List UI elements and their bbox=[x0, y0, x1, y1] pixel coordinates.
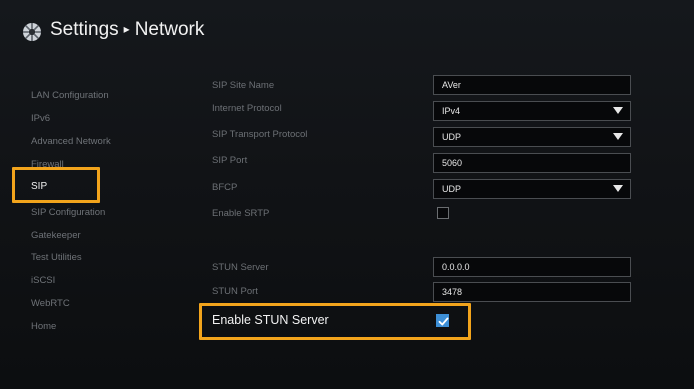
dropdown-arrow-icon bbox=[613, 133, 623, 140]
title-section: Network bbox=[134, 19, 205, 40]
sidebar-item-sip-configuration[interactable]: SIP Configuration bbox=[31, 207, 105, 218]
sidebar-item-sip[interactable]: SIP bbox=[31, 181, 47, 192]
sidebar-item-test-utilities[interactable]: Test Utilities bbox=[31, 252, 82, 263]
sidebar-item-ipv6[interactable]: IPv6 bbox=[31, 113, 50, 124]
header-bar: Settings ▸ Network bbox=[0, 0, 694, 52]
bfcp-value: UDP bbox=[442, 184, 462, 194]
sip-transport-protocol-label: SIP Transport Protocol bbox=[212, 129, 308, 140]
sip-port-label: SIP Port bbox=[212, 155, 248, 166]
enable-stun-server-label: Enable STUN Server bbox=[212, 313, 329, 327]
globe-settings-icon bbox=[23, 23, 41, 41]
stun-server-label: STUN Server bbox=[212, 262, 269, 273]
sip-site-name-input[interactable]: AVer bbox=[433, 75, 631, 95]
sidebar-item-gatekeeper[interactable]: Gatekeeper bbox=[31, 230, 81, 241]
enable-srtp-label: Enable SRTP bbox=[212, 208, 270, 219]
bfcp-select[interactable]: UDP bbox=[433, 179, 631, 199]
stun-port-label: STUN Port bbox=[212, 286, 258, 297]
stun-port-input[interactable]: 3478 bbox=[433, 282, 631, 302]
sidebar-item-advanced-network[interactable]: Advanced Network bbox=[31, 136, 111, 147]
sip-highlight-box bbox=[12, 167, 100, 203]
sidebar-item-iscsi[interactable]: iSCSI bbox=[31, 275, 55, 286]
dropdown-arrow-icon bbox=[613, 107, 623, 114]
title-settings: Settings bbox=[50, 19, 119, 40]
enable-stun-server-checkbox[interactable] bbox=[436, 314, 449, 327]
bfcp-label: BFCP bbox=[212, 182, 238, 193]
sip-site-name-value: AVer bbox=[442, 80, 461, 90]
enable-srtp-checkbox[interactable] bbox=[437, 207, 449, 219]
sip-port-value: 5060 bbox=[442, 158, 463, 168]
sidebar-item-webrtc[interactable]: WebRTC bbox=[31, 298, 70, 309]
internet-protocol-select[interactable]: IPv4 bbox=[433, 101, 631, 121]
internet-protocol-value: IPv4 bbox=[442, 106, 461, 116]
sidebar-item-home[interactable]: Home bbox=[31, 321, 56, 332]
page-title: Settings ▸ Network bbox=[50, 19, 204, 41]
sidebar-item-lan-configuration[interactable]: LAN Configuration bbox=[31, 90, 109, 101]
stun-server-value: 0.0.0.0 bbox=[442, 262, 470, 272]
sip-port-input[interactable]: 5060 bbox=[433, 153, 631, 173]
sip-site-name-label: SIP Site Name bbox=[212, 80, 275, 91]
stun-port-value: 3478 bbox=[442, 287, 463, 297]
sip-transport-protocol-select[interactable]: UDP bbox=[433, 127, 631, 147]
checkmark-icon bbox=[438, 317, 449, 326]
breadcrumb-separator: ▸ bbox=[123, 22, 130, 36]
stun-server-input[interactable]: 0.0.0.0 bbox=[433, 257, 631, 277]
dropdown-arrow-icon bbox=[613, 185, 623, 192]
sip-transport-protocol-value: UDP bbox=[442, 132, 462, 142]
internet-protocol-label: Internet Protocol bbox=[212, 103, 282, 114]
